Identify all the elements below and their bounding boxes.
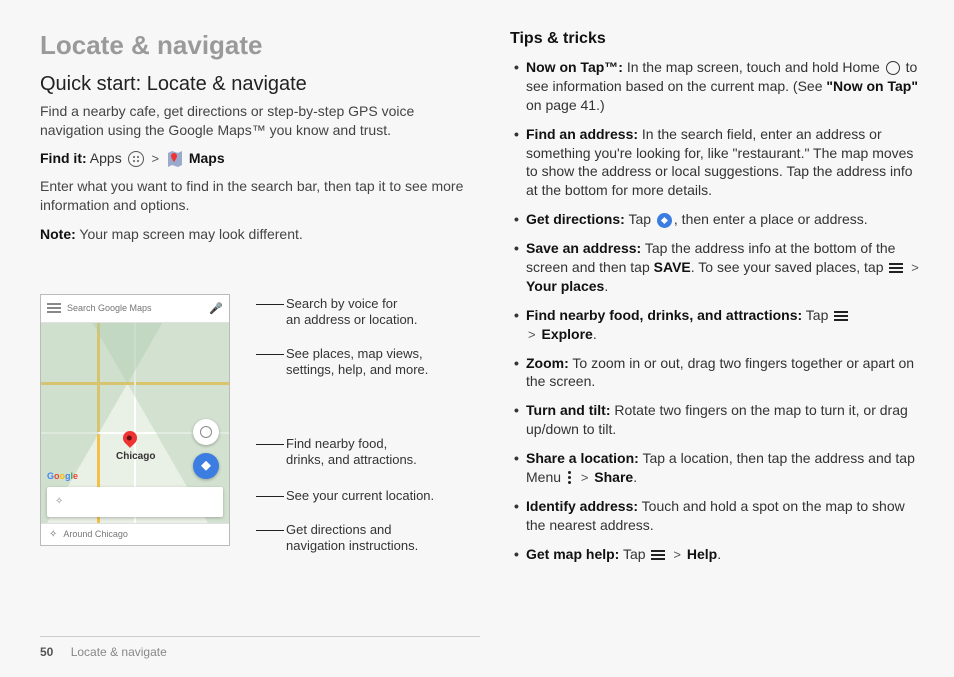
page-title: Locate & navigate [40,30,480,61]
directions-button[interactable] [193,453,219,479]
around-label: Around Chicago [63,529,128,539]
intro-text: Find a nearby cafe, get directions or st… [40,102,480,140]
map-city-label: Chicago [116,451,155,462]
tip-zoom: Zoom: To zoom in or out, drag two finger… [514,354,924,392]
footer-rule [40,636,480,637]
tip-map-help: Get map help: Tap > Help. [514,545,924,564]
enter-text: Enter what you want to find in the searc… [40,177,480,215]
callout-food-2: drinks, and attractions. [286,452,417,468]
explore-card[interactable]: ✧ [47,487,223,517]
tip-save-address: Save an address: Tap the address info at… [514,239,924,296]
note-text: Your map screen may look different. [79,226,302,242]
page-footer: 50 Locate & navigate [40,645,167,659]
menu-icon [889,263,903,273]
callout-food: Find nearby food, [286,436,417,452]
find-it-line: Find it: Apps > Maps [40,150,480,167]
callouts: Search by voice for an address or locati… [246,294,480,546]
search-input[interactable] [67,303,203,313]
phone-mockup: 🎤 Chicago Google ✧ ✧ Around Chic [40,294,230,546]
find-it-maps: Maps [189,150,225,166]
callout-voice: Search by voice for [286,296,418,312]
callout-menu-2: settings, help, and more. [286,362,428,378]
page-number: 50 [40,645,53,659]
callout-voice-2: an address or location. [286,312,418,328]
tip-now-on-tap: Now on Tap™: In the map screen, touch an… [514,58,924,115]
callout-menu: See places, map views, [286,346,428,362]
overflow-icon [568,471,572,485]
tip-identify-address: Identify address: Touch and hold a spot … [514,497,924,535]
tip-turn-tilt: Turn and tilt: Rotate two fingers on the… [514,401,924,439]
mic-icon[interactable]: 🎤 [209,302,223,315]
map-search-bar[interactable]: 🎤 [41,295,229,323]
map-pin-icon[interactable] [120,428,140,448]
find-it-apps: Apps [90,150,122,166]
google-logo: Google [47,471,78,481]
callout-directions-2: navigation instructions. [286,538,418,554]
tip-get-directions: Get directions: Tap , then enter a place… [514,210,924,229]
menu-icon [834,311,848,321]
find-it-label: Find it: [40,150,87,166]
note-line: Note: Your map screen may look different… [40,225,480,244]
section-subtitle: Quick start: Locate & navigate [40,73,480,96]
tip-share-location: Share a location: Tap a location, then t… [514,449,924,487]
menu-icon [651,550,665,560]
callout-location: See your current location. [286,488,434,504]
chevron-icon: > [151,151,159,166]
callout-directions: Get directions and [286,522,418,538]
footer-section: Locate & navigate [71,645,167,659]
note-label: Note: [40,226,76,242]
around-row[interactable]: ✧ Around Chicago [41,523,229,545]
map-canvas[interactable]: Chicago Google ✧ [41,323,229,523]
apps-icon [128,151,144,167]
maps-icon [167,151,183,167]
tips-heading: Tips & tricks [510,30,924,48]
tip-find-nearby: Find nearby food, drinks, and attraction… [514,306,924,344]
hamburger-icon[interactable] [47,303,61,313]
tip-find-address: Find an address: In the search field, en… [514,125,924,201]
nav-icon: ✧ [49,529,57,540]
directions-icon [657,213,672,228]
home-icon [886,61,900,75]
my-location-button[interactable] [193,419,219,445]
compass-icon: ✧ [55,496,63,507]
